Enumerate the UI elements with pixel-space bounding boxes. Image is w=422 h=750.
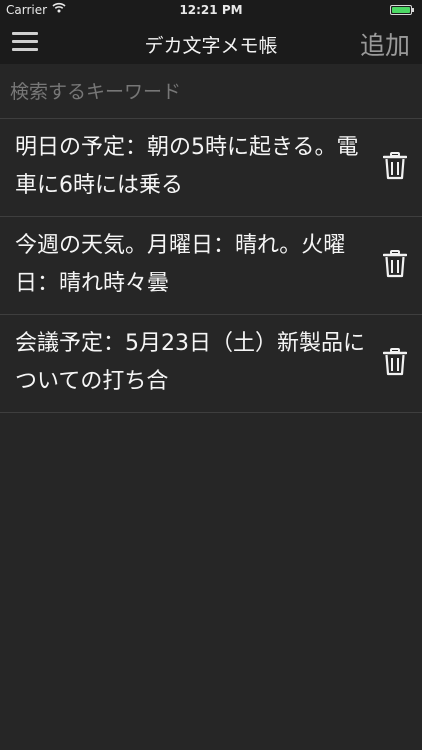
trash-icon[interactable]: [382, 152, 408, 180]
battery-fill: [392, 7, 410, 13]
memo-text: 今週の天気。月曜日：晴れ。火曜日：晴れ時々曇: [15, 233, 346, 296]
battery-nub: [412, 8, 414, 12]
trash-icon[interactable]: [382, 250, 408, 278]
search-input[interactable]: [8, 76, 412, 108]
memo-text: 明日の予定：朝の5時に起きる。電車に6時には乗る: [15, 135, 359, 198]
memo-list: 明日の予定：朝の5時に起きる。電車に6時には乗る 今週の天気。月曜日：晴れ。火曜…: [0, 119, 422, 413]
battery-icon: [390, 5, 414, 15]
search-bar: [0, 64, 422, 119]
status-time: 12:21 PM: [179, 3, 243, 17]
trash-icon[interactable]: [382, 348, 408, 376]
page-title: デカ文字メモ帳: [144, 35, 278, 57]
add-button[interactable]: 追加: [360, 26, 410, 62]
memo-text: 会議予定：5月23日（土）新製品についての打ち合: [15, 331, 365, 394]
memo-row[interactable]: 明日の予定：朝の5時に起きる。電車に6時には乗る: [0, 119, 422, 217]
memo-row[interactable]: 会議予定：5月23日（土）新製品についての打ち合: [0, 315, 422, 413]
status-bar: Carrier 12:21 PM: [0, 0, 422, 20]
memo-row[interactable]: 今週の天気。月曜日：晴れ。火曜日：晴れ時々曇: [0, 217, 422, 315]
nav-bar: デカ文字メモ帳 追加: [0, 20, 422, 64]
